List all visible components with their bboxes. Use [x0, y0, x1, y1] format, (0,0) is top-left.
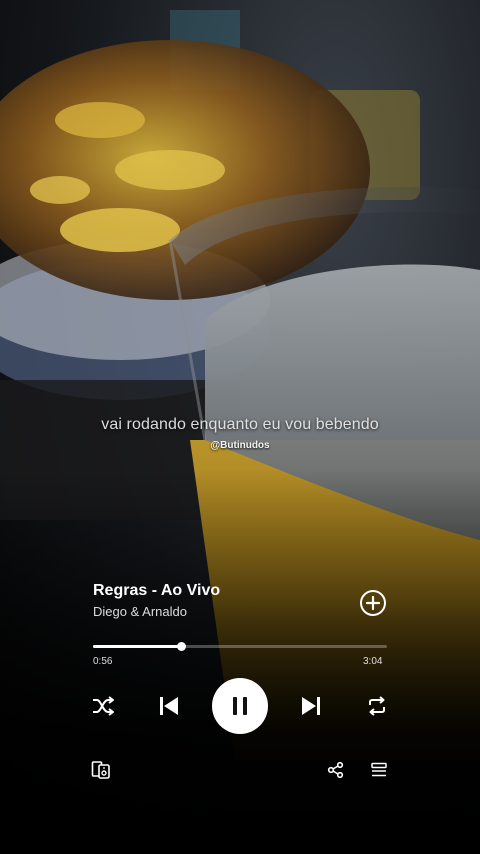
skip-previous-icon [160, 697, 178, 715]
play-pause-button[interactable] [212, 678, 268, 734]
next-track-button[interactable] [298, 693, 324, 719]
total-duration: 3:04 [363, 656, 383, 667]
queue-button[interactable] [371, 762, 387, 778]
lyric-line: vai rodando enquanto eu vou bebendo [101, 416, 379, 433]
plus-circle-icon [360, 590, 386, 616]
elapsed-time: 0:56 [93, 656, 113, 667]
skip-next-icon [302, 697, 320, 715]
progress-bar-fill [93, 645, 182, 648]
track-artist[interactable]: Diego & Arnaldo [93, 604, 187, 619]
shuffle-button[interactable] [90, 694, 116, 718]
repeat-icon [369, 696, 385, 716]
lyric-credit: @Butinudos [210, 440, 270, 451]
share-button[interactable] [327, 761, 345, 779]
pause-icon [233, 697, 247, 715]
connect-devices-icon [91, 761, 110, 779]
shuffle-icon [93, 696, 114, 716]
add-to-library-button[interactable] [359, 589, 387, 617]
previous-track-button[interactable] [156, 693, 182, 719]
connect-devices-button[interactable] [91, 760, 111, 780]
track-title[interactable]: Regras - Ao Vivo [93, 582, 220, 600]
share-icon [327, 761, 344, 779]
queue-icon [371, 762, 387, 777]
progress-bar[interactable] [93, 642, 387, 651]
repeat-button[interactable] [364, 694, 390, 718]
